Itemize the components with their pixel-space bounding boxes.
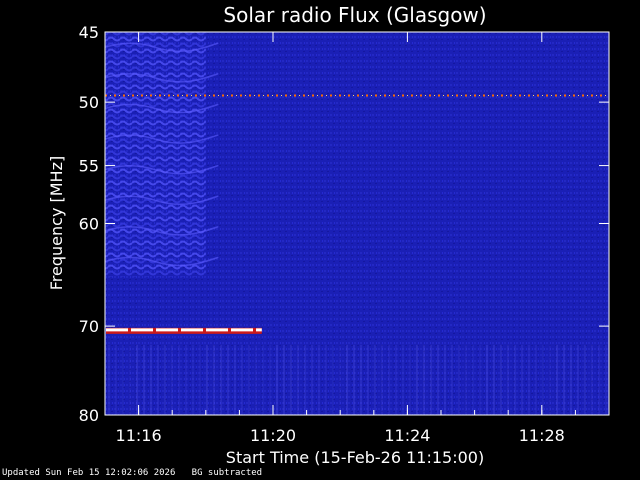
spectrogram-chart: 45 50 55 60 70 80 11:16 11:20 11:24 11:28 Solar … bbox=[47, 3, 610, 467]
plot-area bbox=[104, 31, 610, 416]
x-tick-label: 11:28 bbox=[519, 426, 565, 445]
y-tick-label: 70 bbox=[79, 317, 99, 336]
x-axis-label: Start Time (15-Feb-26 11:15:00) bbox=[226, 448, 484, 467]
wave-pattern-region bbox=[105, 32, 206, 277]
chart-title: Solar radio Flux (Glasgow) bbox=[223, 3, 486, 27]
x-tick-label: 11:20 bbox=[250, 426, 296, 445]
y-tick-label: 55 bbox=[79, 157, 99, 176]
y-tick-label: 50 bbox=[79, 93, 99, 112]
y-tick-label: 60 bbox=[79, 215, 99, 234]
y-tick-label: 45 bbox=[79, 23, 99, 42]
x-tick-label: 11:16 bbox=[116, 426, 162, 445]
footer-status: Updated Sun Feb 15 12:02:06 2026 BG subt… bbox=[2, 468, 263, 478]
y-tick-label: 80 bbox=[79, 406, 99, 425]
y-axis-label: Frequency [MHz] bbox=[47, 156, 66, 290]
chart-stage: 45 50 55 60 70 80 11:16 11:20 11:24 11:28 Solar … bbox=[0, 0, 640, 480]
x-tick-label: 11:24 bbox=[384, 426, 430, 445]
